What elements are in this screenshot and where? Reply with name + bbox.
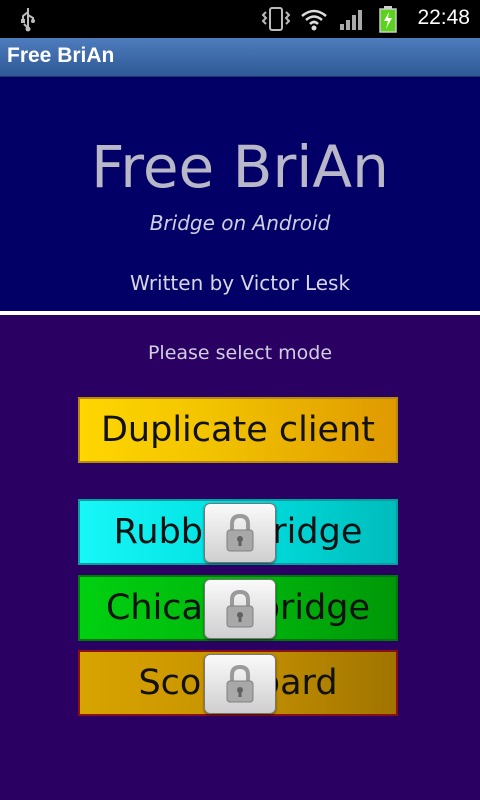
app-name: Free BriAn: [91, 133, 389, 201]
header-panel: Free BriAn Bridge on Android Written by …: [0, 77, 480, 311]
duplicate-client-button[interactable]: Duplicate client: [78, 397, 398, 463]
usb-icon: [21, 8, 35, 32]
vibrate-icon: [261, 7, 291, 31]
author-credit: Written by Victor Lesk: [129, 271, 351, 295]
scoreboard-button[interactable]: Scoreboard: [78, 650, 398, 716]
lock-icon: [204, 503, 276, 563]
title-bar: Free BriAn: [0, 38, 480, 77]
lock-icon: [204, 654, 276, 714]
battery-charging-icon: [379, 6, 397, 33]
lock-icon: [204, 579, 276, 639]
divider: [0, 311, 480, 315]
rubber-bridge-button[interactable]: Rubber bridge: [78, 499, 398, 565]
status-bar: 22:48: [0, 0, 480, 38]
clock: 22:48: [417, 6, 470, 29]
mode-prompt: Please select mode: [147, 342, 333, 364]
chicago-bridge-button[interactable]: Chicago bridge: [78, 575, 398, 641]
signal-icon: [340, 10, 362, 30]
app-subtitle: Bridge on Android: [149, 211, 331, 235]
wifi-icon: [301, 9, 327, 31]
window-title: Free BriAn: [7, 44, 115, 67]
button-label: Duplicate client: [100, 410, 375, 450]
